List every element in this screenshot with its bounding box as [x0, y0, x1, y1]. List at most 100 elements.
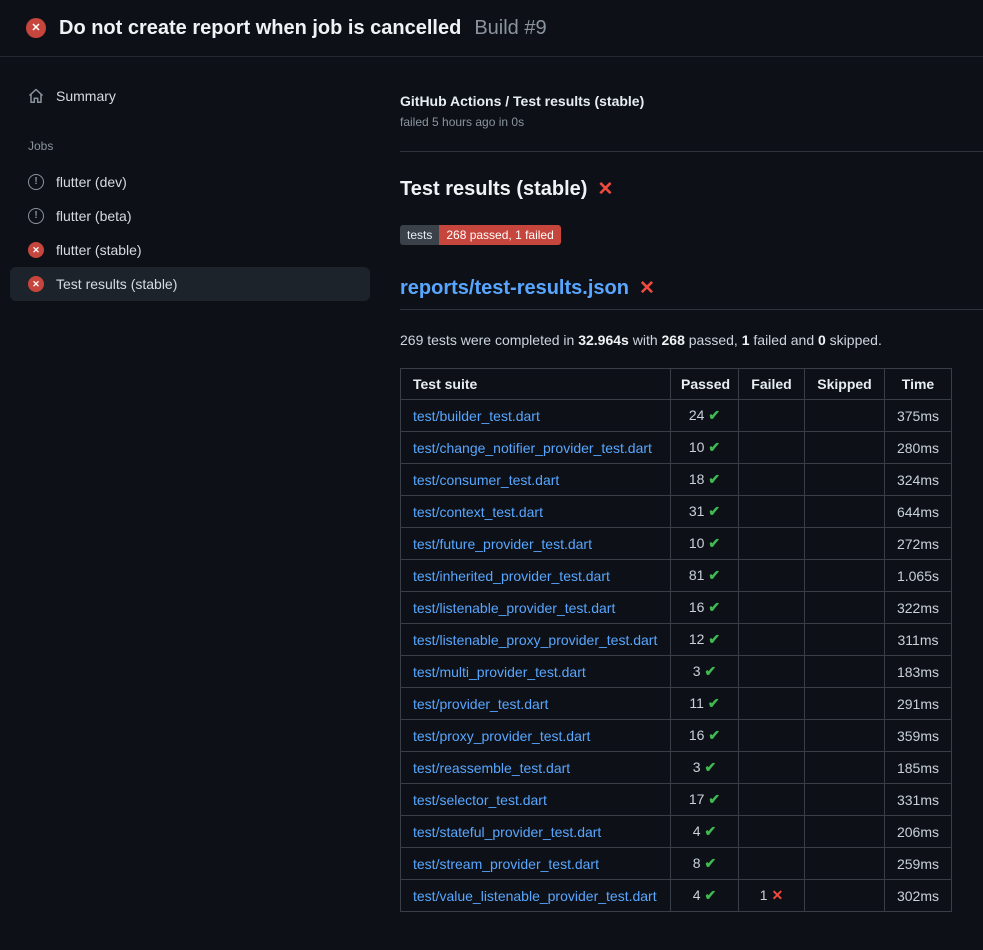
failed-cell: [739, 496, 805, 528]
failed-cell: [739, 400, 805, 432]
passed-cell: 3✔: [671, 656, 739, 688]
badge-label: tests: [400, 225, 439, 245]
skipped-cell: [805, 592, 885, 624]
check-icon: ✔: [708, 503, 720, 519]
sidebar-item-flutter-dev[interactable]: ! flutter (dev): [10, 165, 370, 199]
failed-cell: [739, 656, 805, 688]
test-suite-link[interactable]: test/context_test.dart: [413, 504, 543, 520]
time-cell: 331ms: [885, 784, 952, 816]
table-row: test/change_notifier_provider_test.dart 1…: [401, 432, 952, 464]
test-suite-link[interactable]: test/stateful_provider_test.dart: [413, 824, 601, 840]
job-label: flutter (stable): [56, 242, 142, 258]
passed-cell: 10✔: [671, 528, 739, 560]
time-cell: 324ms: [885, 464, 952, 496]
sidebar-item-test-results-stable[interactable]: ✕ Test results (stable): [10, 267, 370, 301]
test-suite-link[interactable]: test/future_provider_test.dart: [413, 536, 592, 552]
summary-skipped-count: 0: [818, 332, 826, 348]
sidebar-summary-label: Summary: [56, 88, 116, 104]
table-row: test/listenable_provider_test.dart16✔322…: [401, 592, 952, 624]
passed-cell: 16✔: [671, 720, 739, 752]
th-passed: Passed: [671, 369, 739, 400]
check-icon: ✔: [708, 599, 720, 615]
test-suite-link[interactable]: test/change_notifier_provider_test.dart: [413, 440, 652, 456]
passed-count: 8: [693, 855, 701, 871]
test-suite-link[interactable]: test/stream_provider_test.dart: [413, 856, 599, 872]
passed-cell: 8✔: [671, 848, 739, 880]
report-heading: reports/test-results.json ✕: [400, 277, 983, 310]
table-row: test/stream_provider_test.dart 8✔ 259ms: [401, 848, 952, 880]
time-cell: 259ms: [885, 848, 952, 880]
test-suite-link[interactable]: test/listenable_proxy_provider_test.dart: [413, 632, 657, 648]
skipped-cell: [805, 688, 885, 720]
table-row: test/context_test.dart31✔644ms: [401, 496, 952, 528]
table-row: test/provider_test.dart11✔291ms: [401, 688, 952, 720]
passed-count: 10: [689, 535, 705, 551]
results-table: Test suite Passed Failed Skipped Time te…: [400, 368, 952, 912]
suite-cell: test/listenable_proxy_provider_test.dart: [401, 624, 671, 656]
table-row: test/inherited_provider_test.dart81✔1.06…: [401, 560, 952, 592]
test-suite-link[interactable]: test/value_listenable_provider_test.dart: [413, 888, 657, 904]
check-icon: ✔: [708, 791, 720, 807]
report-file-link[interactable]: reports/test-results.json: [400, 277, 629, 300]
check-icon: ✔: [708, 631, 720, 647]
divider: [400, 151, 983, 152]
time-cell: 644ms: [885, 496, 952, 528]
suite-cell: test/multi_provider_test.dart: [401, 656, 671, 688]
test-suite-link[interactable]: test/provider_test.dart: [413, 696, 548, 712]
header: ✕ Do not create report when job is cance…: [0, 0, 983, 57]
failed-count: 1: [760, 887, 768, 903]
test-suite-link[interactable]: test/inherited_provider_test.dart: [413, 568, 610, 584]
skipped-cell: [805, 752, 885, 784]
summary-passed-count: 268: [662, 332, 685, 348]
check-icon: ✔: [708, 439, 720, 455]
table-row: test/value_listenable_provider_test.dart…: [401, 880, 952, 912]
skipped-cell: [805, 784, 885, 816]
github-check-run-page: ✕ Do not create report when job is cance…: [0, 0, 983, 912]
failed-cell: [739, 784, 805, 816]
failed-cell: [739, 560, 805, 592]
sidebar: Summary Jobs ! flutter (dev) ! flutter (…: [0, 57, 380, 301]
check-icon: ✔: [708, 567, 720, 583]
th-skipped: Skipped: [805, 369, 885, 400]
summary-segment: with: [629, 332, 662, 348]
table-row: test/proxy_provider_test.dart16✔359ms: [401, 720, 952, 752]
test-suite-link[interactable]: test/builder_test.dart: [413, 408, 540, 424]
passed-cell: 17✔: [671, 784, 739, 816]
sidebar-item-flutter-stable[interactable]: ✕ flutter (stable): [10, 233, 370, 267]
passed-cell: 24✔: [671, 400, 739, 432]
time-cell: 183ms: [885, 656, 952, 688]
skipped-cell: [805, 496, 885, 528]
test-suite-link[interactable]: test/multi_provider_test.dart: [413, 664, 586, 680]
summary-segment: passed,: [685, 332, 742, 348]
sidebar-item-summary[interactable]: Summary: [10, 79, 370, 113]
table-row: test/multi_provider_test.dart 3✔ 183ms: [401, 656, 952, 688]
passed-count: 10: [689, 439, 705, 455]
test-suite-link[interactable]: test/consumer_test.dart: [413, 472, 559, 488]
failed-status-icon: ✕: [26, 18, 46, 38]
test-suite-link[interactable]: test/reassemble_test.dart: [413, 760, 570, 776]
breadcrumb: GitHub Actions / Test results (stable): [400, 93, 983, 109]
passed-count: 24: [689, 407, 705, 423]
table-header-row: Test suite Passed Failed Skipped Time: [401, 369, 952, 400]
summary-segment: 269 tests were completed in: [400, 332, 578, 348]
test-suite-link[interactable]: test/proxy_provider_test.dart: [413, 728, 590, 744]
home-icon: [28, 88, 44, 104]
section-title-text: Test results (stable): [400, 178, 587, 201]
test-suite-link[interactable]: test/listenable_provider_test.dart: [413, 600, 615, 616]
time-cell: 375ms: [885, 400, 952, 432]
suite-cell: test/provider_test.dart: [401, 688, 671, 720]
time-cell: 311ms: [885, 624, 952, 656]
test-suite-link[interactable]: test/selector_test.dart: [413, 792, 547, 808]
failed-cell: 1✕: [739, 880, 805, 912]
suite-cell: test/reassemble_test.dart: [401, 752, 671, 784]
skipped-cell: [805, 656, 885, 688]
table-row: test/builder_test.dart 24✔ 375ms: [401, 400, 952, 432]
skipped-cell: [805, 464, 885, 496]
summary-line: 269 tests were completed in 32.964s with…: [400, 332, 983, 348]
skipped-cell: [805, 816, 885, 848]
passed-count: 16: [689, 727, 705, 743]
failed-cell: [739, 432, 805, 464]
skipped-cell: [805, 624, 885, 656]
sidebar-item-flutter-beta[interactable]: ! flutter (beta): [10, 199, 370, 233]
failed-x-icon: ✕: [639, 279, 655, 298]
